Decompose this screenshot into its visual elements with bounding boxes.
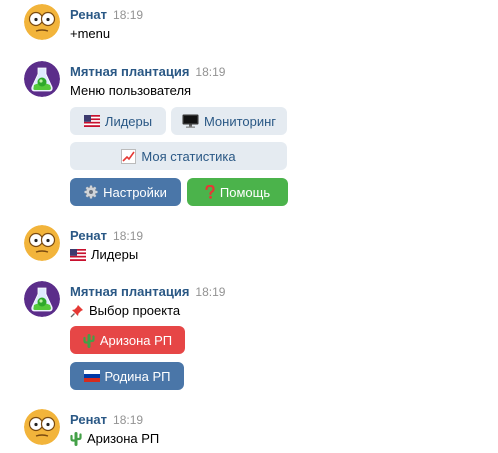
avatar[interactable] [24, 4, 60, 40]
mint-plantation-avatar-icon [24, 61, 60, 97]
avatar[interactable] [24, 409, 60, 445]
author-name[interactable]: Ренат [70, 412, 107, 427]
gear-icon [84, 185, 98, 199]
settings-button-label: Настройки [103, 184, 167, 200]
cactus-icon [70, 431, 82, 446]
message-author[interactable]: Мятная плантация 18:19 [70, 64, 225, 79]
help-button-label: Помощь [219, 184, 271, 200]
my-stats-button-label: Моя статистика [141, 148, 236, 164]
cactus-icon [83, 333, 95, 348]
arizona-rp-button[interactable]: Аризона РП [70, 326, 185, 354]
author-name[interactable]: Ренат [70, 228, 107, 243]
monitoring-button[interactable]: Мониторинг [171, 107, 287, 135]
message-time: 18:19 [113, 229, 144, 243]
author-name[interactable]: Мятная плантация [70, 284, 189, 299]
monitoring-button-label: Мониторинг [203, 113, 277, 129]
chart-increasing-icon [121, 148, 137, 164]
red-question-icon [205, 185, 215, 199]
renat-avatar-icon [24, 409, 60, 445]
us-flag-icon [83, 115, 100, 127]
message-author[interactable]: Ренат 18:19 [70, 228, 143, 243]
message-time: 18:19 [195, 65, 226, 79]
rodina-rp-button[interactable]: Родина РП [70, 362, 184, 390]
message-time: 18:19 [113, 8, 144, 22]
author-name[interactable]: Ренат [70, 7, 107, 22]
message-time: 18:19 [195, 285, 226, 299]
settings-button[interactable]: Настройки [70, 178, 181, 206]
rodina-rp-button-label: Родина РП [104, 368, 171, 384]
arizona-rp-button-label: Аризона РП [99, 332, 173, 348]
message-time: 18:19 [113, 413, 144, 427]
help-button[interactable]: Помощь [187, 178, 288, 206]
message-text-content: Выбор проекта [89, 303, 181, 318]
renat-avatar-icon [24, 225, 60, 261]
avatar[interactable] [24, 281, 60, 317]
message-text: Лидеры [70, 247, 138, 262]
leaders-button-label: Лидеры [104, 113, 153, 129]
author-name[interactable]: Мятная плантация [70, 64, 189, 79]
my-stats-button[interactable]: Моя статистика [70, 142, 287, 170]
avatar[interactable] [24, 225, 60, 261]
mint-plantation-avatar-icon [24, 281, 60, 317]
message-author[interactable]: Ренат 18:19 [70, 412, 143, 427]
message-text: +menu [70, 26, 111, 41]
russia-flag-icon [83, 370, 100, 382]
message-text: Меню пользователя [70, 83, 192, 98]
us-flag-icon [70, 248, 86, 261]
leaders-button[interactable]: Лидеры [70, 107, 166, 135]
message-text-content: Лидеры [91, 247, 139, 262]
renat-avatar-icon [24, 4, 60, 40]
pushpin-icon [70, 304, 84, 318]
message-text-content: Аризона РП [87, 431, 160, 446]
message-text: Аризона РП [70, 431, 159, 446]
avatar[interactable] [24, 61, 60, 97]
message-text: Выбор проекта [70, 303, 180, 318]
message-author[interactable]: Мятная плантация 18:19 [70, 284, 225, 299]
message-author[interactable]: Ренат 18:19 [70, 7, 143, 22]
desktop-computer-icon [182, 114, 199, 128]
